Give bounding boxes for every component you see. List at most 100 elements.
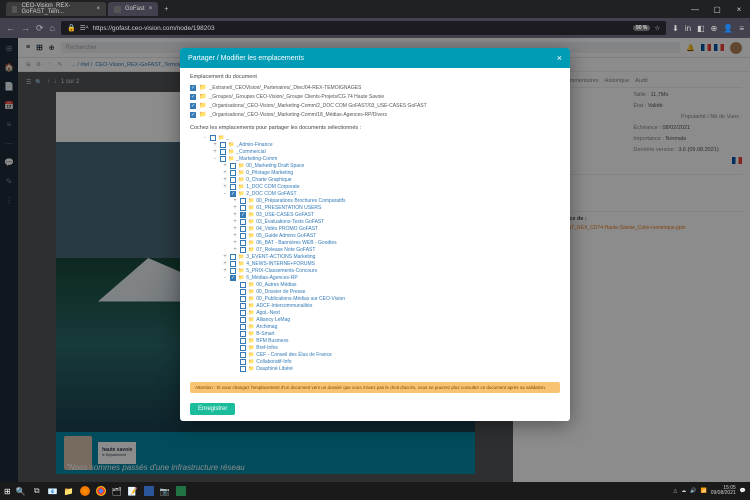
expand-icon[interactable]: + (222, 170, 228, 176)
tree-node[interactable]: -📁2_DOC COM GoFAST (192, 190, 560, 197)
tree-node[interactable]: +📁4_NEWS-INTERNE+FORUMS (192, 260, 560, 267)
expand-icon[interactable]: + (222, 261, 228, 267)
tree-checkbox[interactable] (240, 226, 246, 232)
tree-checkbox[interactable] (240, 303, 246, 309)
tree-node[interactable]: -📁_Marketing-Comm (192, 155, 560, 162)
tree-checkbox[interactable] (240, 205, 246, 211)
new-tab-button[interactable]: + (160, 6, 172, 13)
tree-node[interactable]: -📁6_Médias-Agences-RP (192, 274, 560, 281)
tree-node[interactable]: +📁03_Évaluations-Tests GoFAST (192, 218, 560, 225)
tree-node[interactable]: +📁0_Charte Graphique (192, 176, 560, 183)
tree-node[interactable]: -📁_ (192, 134, 560, 141)
tree-node[interactable]: +📁07_Release Note GoFAST (192, 246, 560, 253)
expand-icon[interactable]: - (222, 191, 228, 197)
checkbox-icon[interactable] (190, 103, 196, 109)
tree-checkbox[interactable] (240, 240, 246, 246)
tree-checkbox[interactable] (230, 275, 236, 281)
tray-icon[interactable]: 🔊 (690, 488, 696, 494)
maximize-button[interactable]: ▢ (706, 0, 728, 18)
back-button[interactable]: ← (6, 23, 15, 33)
expand-icon[interactable]: + (232, 198, 238, 204)
expand-icon[interactable]: + (222, 177, 228, 183)
taskbar-app[interactable] (95, 485, 107, 497)
tree-checkbox[interactable] (240, 219, 246, 225)
forward-button[interactable]: → (21, 23, 30, 33)
tree-checkbox[interactable] (240, 331, 246, 337)
tree-node[interactable]: +📁_Commercial (192, 148, 560, 155)
browser-tab-1[interactable]: CEO-Vision_REX-GoFAST_Tem...× (6, 2, 106, 16)
tree-checkbox[interactable] (220, 149, 226, 155)
tree-node[interactable]: +📁06_BAT - Bannières WEB - Goodies (192, 239, 560, 246)
taskbar-app[interactable]: 🗂 (111, 485, 123, 497)
taskbar-app[interactable] (175, 485, 187, 497)
expand-icon[interactable]: + (232, 205, 238, 211)
tree-checkbox[interactable] (240, 324, 246, 330)
tree-node[interactable]: 📁BFM Business (192, 337, 560, 344)
tree-checkbox[interactable] (240, 198, 246, 204)
tree-checkbox[interactable] (220, 156, 226, 162)
tray-icon[interactable]: ☁ (681, 488, 686, 494)
taskbar-app[interactable]: 📧 (47, 485, 59, 497)
browser-tab-2[interactable]: GoFast× (108, 2, 158, 16)
tree-checkbox[interactable] (220, 142, 226, 148)
checkbox-icon[interactable] (190, 94, 196, 100)
zoom-badge[interactable]: 90 % (633, 25, 650, 31)
tree-node[interactable]: +📁_Admin-Finance (192, 141, 560, 148)
expand-icon[interactable]: + (232, 247, 238, 253)
tree-node[interactable]: 📁CEF - Conseil des Élus de France (192, 351, 560, 358)
tree-checkbox[interactable] (210, 135, 216, 141)
expand-icon[interactable]: + (232, 212, 238, 218)
reader-icon[interactable]: ☰ᴬ (80, 24, 89, 32)
expand-icon[interactable]: + (232, 219, 238, 225)
close-window-button[interactable]: × (728, 0, 750, 18)
taskbar-app[interactable]: 📁 (63, 485, 75, 497)
tree-node[interactable]: 📁00_Publications-Médias sur CEO-Vision (192, 295, 560, 302)
tree-node[interactable]: +📁3_EVENT-ACTIONS Marketing (192, 253, 560, 260)
notifications-icon[interactable]: 💬 (740, 488, 746, 494)
tree-node[interactable]: 📁Collaboratif-Info (192, 358, 560, 365)
tree-checkbox[interactable] (240, 338, 246, 344)
extension-icon[interactable]: in (685, 24, 691, 33)
taskbar-app[interactable] (143, 485, 155, 497)
search-icon[interactable]: 🔍 (15, 485, 27, 497)
expand-icon[interactable]: - (222, 275, 228, 281)
tree-checkbox[interactable] (230, 170, 236, 176)
expand-icon[interactable]: + (222, 268, 228, 274)
save-button[interactable]: Enregistrer (190, 403, 235, 415)
tree-checkbox[interactable] (230, 184, 236, 190)
expand-icon[interactable]: - (212, 156, 218, 162)
tree-node[interactable]: +📁00_Préparations Brochures Comparatifs (192, 197, 560, 204)
extension-icon[interactable]: ◧ (697, 24, 705, 33)
expand-icon[interactable]: + (212, 142, 218, 148)
extension-icon[interactable]: ⊕ (711, 24, 718, 33)
tree-node[interactable]: 📁Bref-Infos (192, 344, 560, 351)
tree-checkbox[interactable] (240, 366, 246, 372)
tree-checkbox[interactable] (230, 254, 236, 260)
tree-checkbox[interactable] (240, 282, 246, 288)
url-bar[interactable]: 🔒 ☰ᴬ https://gofast.ceo-vision.com/node/… (61, 21, 666, 35)
home-button[interactable]: ⌂ (50, 23, 55, 33)
tree-checkbox[interactable] (230, 191, 236, 197)
close-icon[interactable]: × (149, 6, 153, 12)
expand-icon[interactable]: - (202, 135, 208, 141)
tree-checkbox[interactable] (230, 177, 236, 183)
tree-checkbox[interactable] (240, 345, 246, 351)
tree-checkbox[interactable] (240, 247, 246, 253)
tree-node[interactable]: +📁0_Pilotage Marketing (192, 169, 560, 176)
tree-node[interactable]: 📁B-Smart (192, 330, 560, 337)
tree-checkbox[interactable] (240, 359, 246, 365)
tree-node[interactable]: 📁ADCF-Intercommunalités (192, 302, 560, 309)
menu-button[interactable]: ≡ (739, 24, 744, 33)
bookmark-icon[interactable]: ☆ (654, 24, 660, 32)
tree-node[interactable]: 📁AgoL-Next (192, 309, 560, 316)
tree-checkbox[interactable] (230, 268, 236, 274)
tree-node[interactable]: 📁00_Autres Médias (192, 281, 560, 288)
tree-checkbox[interactable] (240, 296, 246, 302)
close-icon[interactable]: × (96, 6, 100, 12)
tree-node[interactable]: +📁05_Guide Admins GoFAST (192, 232, 560, 239)
expand-icon[interactable]: + (212, 149, 218, 155)
tree-node[interactable]: +📁04_Vidéo PROMO GoFAST (192, 225, 560, 232)
expand-icon[interactable]: + (232, 226, 238, 232)
account-icon[interactable]: 👤 (723, 24, 733, 33)
tree-node[interactable]: +📁1_DOC COM Corporate (192, 183, 560, 190)
